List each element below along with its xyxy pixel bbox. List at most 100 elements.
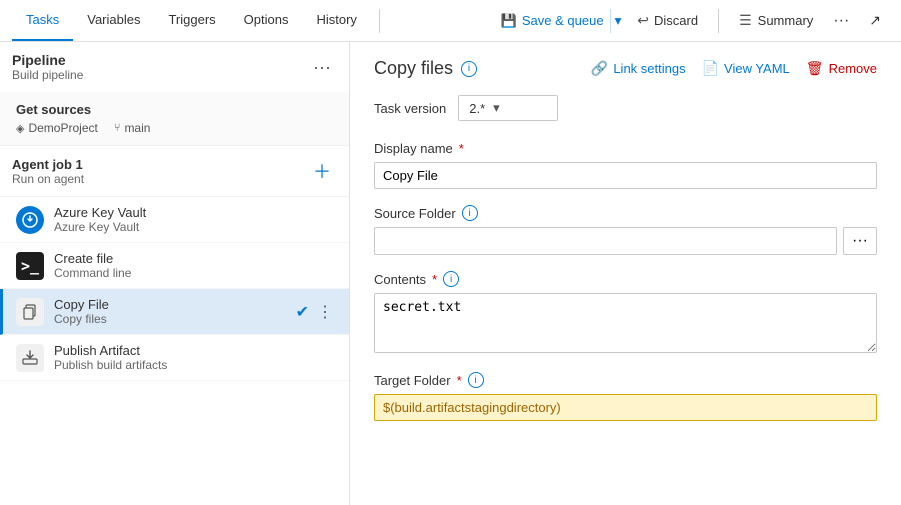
pipeline-more-button[interactable]: ··· — [307, 55, 337, 80]
project-meta: ◈ DemoProject — [16, 121, 98, 135]
copy-file-icon — [16, 298, 44, 326]
target-folder-required: * — [457, 373, 462, 388]
panel-actions: 🔗 Link settings 📄 View YAML 🗑 Remove — [591, 60, 877, 77]
agent-job-title: Agent job 1 — [12, 157, 84, 172]
discard-icon: ↩ — [637, 12, 649, 29]
tab-variables[interactable]: Variables — [73, 0, 154, 41]
expand-button[interactable]: ↗ — [861, 8, 889, 34]
create-file-subtitle: Command line — [54, 266, 337, 280]
view-yaml-icon: 📄 — [702, 60, 719, 77]
branch-icon: ⑂ — [114, 122, 121, 134]
azure-key-vault-info: Azure Key Vault Azure Key Vault — [54, 205, 337, 234]
task-version-row: Task version 2.* ▾ — [374, 95, 877, 121]
task-version-value: 2.* — [469, 101, 485, 116]
remove-icon: 🗑 — [806, 60, 824, 77]
pipeline-info: Pipeline Build pipeline — [12, 52, 83, 82]
copy-file-subtitle: Copy files — [54, 312, 286, 326]
link-settings-button[interactable]: 🔗 Link settings — [591, 60, 686, 77]
pipeline-header: Pipeline Build pipeline ··· — [0, 42, 349, 92]
copy-file-check-icon: ✔ — [296, 302, 309, 322]
task-item-azure-key-vault[interactable]: Azure Key Vault Azure Key Vault — [0, 197, 349, 243]
azure-key-vault-subtitle: Azure Key Vault — [54, 220, 337, 234]
add-task-button[interactable]: ＋ — [307, 156, 337, 186]
save-queue-group: 💾 Save & queue ▾ — [495, 9, 626, 33]
agent-job-header: Agent job 1 Run on agent ＋ — [0, 146, 349, 197]
publish-artifact-icon — [16, 344, 44, 372]
panel-title: Copy files i — [374, 58, 477, 79]
right-panel: Copy files i 🔗 Link settings 📄 View YAML… — [350, 42, 901, 505]
version-caret-icon: ▾ — [493, 100, 500, 116]
pipeline-title: Pipeline — [12, 52, 83, 68]
panel-title-info-icon[interactable]: i — [461, 61, 477, 77]
main-layout: Pipeline Build pipeline ··· Get sources … — [0, 42, 901, 505]
display-name-required: * — [459, 141, 464, 156]
agent-job-info: Agent job 1 Run on agent — [12, 157, 84, 186]
source-folder-group: Source Folder i ··· — [374, 205, 877, 255]
top-nav: Tasks Variables Triggers Options History… — [0, 0, 901, 42]
summary-icon: ☰ — [739, 12, 752, 29]
get-sources-section: Get sources ◈ DemoProject ⑂ main — [0, 92, 349, 146]
nav-divider — [379, 9, 380, 33]
contents-label: Contents * i — [374, 271, 877, 287]
contents-group: Contents * i secret.txt — [374, 271, 877, 356]
target-folder-info-icon[interactable]: i — [468, 372, 484, 388]
create-file-info: Create file Command line — [54, 251, 337, 280]
get-sources-meta: ◈ DemoProject ⑂ main — [16, 121, 337, 135]
contents-required: * — [432, 272, 437, 287]
link-settings-icon: 🔗 — [591, 60, 608, 77]
display-name-group: Display name * — [374, 141, 877, 189]
task-item-publish-artifact[interactable]: Publish Artifact Publish build artifacts — [0, 335, 349, 381]
display-name-input[interactable] — [374, 162, 877, 189]
publish-artifact-title: Publish Artifact — [54, 343, 337, 358]
create-file-title: Create file — [54, 251, 337, 266]
publish-artifact-info: Publish Artifact Publish build artifacts — [54, 343, 337, 372]
task-version-label: Task version — [374, 101, 446, 116]
source-folder-info-icon[interactable]: i — [462, 205, 478, 221]
agent-job-subtitle: Run on agent — [12, 172, 84, 186]
display-name-label: Display name * — [374, 141, 877, 156]
save-queue-button[interactable]: 💾 Save & queue — [495, 9, 610, 33]
nav-divider-2 — [718, 9, 719, 33]
task-item-copy-file[interactable]: Copy File Copy files ✔ ⋮ — [0, 289, 349, 335]
panel-header: Copy files i 🔗 Link settings 📄 View YAML… — [374, 58, 877, 79]
copy-file-actions: ✔ ⋮ — [296, 300, 337, 324]
sidebar: Pipeline Build pipeline ··· Get sources … — [0, 42, 350, 505]
source-folder-browse-button[interactable]: ··· — [843, 227, 877, 255]
create-file-icon: >_ — [16, 252, 44, 280]
more-options-button[interactable]: ··· — [825, 8, 857, 34]
target-folder-group: Target Folder * i — [374, 372, 877, 421]
get-sources-title: Get sources — [16, 102, 337, 117]
project-name: DemoProject — [28, 121, 97, 135]
branch-name: main — [124, 121, 150, 135]
target-folder-label: Target Folder * i — [374, 372, 877, 388]
tab-history[interactable]: History — [302, 0, 370, 41]
copy-file-more-button[interactable]: ⋮ — [313, 300, 337, 324]
project-icon: ◈ — [16, 122, 24, 135]
copy-file-info: Copy File Copy files — [54, 297, 286, 326]
tab-triggers[interactable]: Triggers — [154, 0, 229, 41]
discard-button[interactable]: ↩ Discard — [629, 8, 706, 33]
contents-textarea[interactable]: secret.txt — [374, 293, 877, 353]
copy-file-title: Copy File — [54, 297, 286, 312]
azure-key-vault-icon — [16, 206, 44, 234]
view-yaml-button[interactable]: 📄 View YAML — [702, 60, 790, 77]
target-folder-input[interactable] — [374, 394, 877, 421]
save-icon: 💾 — [501, 13, 517, 29]
remove-button[interactable]: 🗑 Remove — [806, 60, 877, 77]
save-queue-dropdown-button[interactable]: ▾ — [610, 9, 626, 33]
source-folder-input[interactable] — [374, 227, 837, 255]
branch-meta: ⑂ main — [114, 121, 151, 135]
pipeline-subtitle: Build pipeline — [12, 68, 83, 82]
nav-tabs: Tasks Variables Triggers Options History — [12, 0, 371, 41]
azure-key-vault-title: Azure Key Vault — [54, 205, 337, 220]
nav-actions: 💾 Save & queue ▾ ↩ Discard ☰ Summary ···… — [495, 8, 889, 34]
task-item-create-file[interactable]: >_ Create file Command line — [0, 243, 349, 289]
tab-tasks[interactable]: Tasks — [12, 0, 73, 41]
source-folder-label: Source Folder i — [374, 205, 877, 221]
task-version-select[interactable]: 2.* ▾ — [458, 95, 558, 121]
source-folder-input-row: ··· — [374, 227, 877, 255]
publish-artifact-subtitle: Publish build artifacts — [54, 358, 337, 372]
tab-options[interactable]: Options — [230, 0, 303, 41]
summary-button[interactable]: ☰ Summary — [731, 8, 821, 33]
contents-info-icon[interactable]: i — [443, 271, 459, 287]
